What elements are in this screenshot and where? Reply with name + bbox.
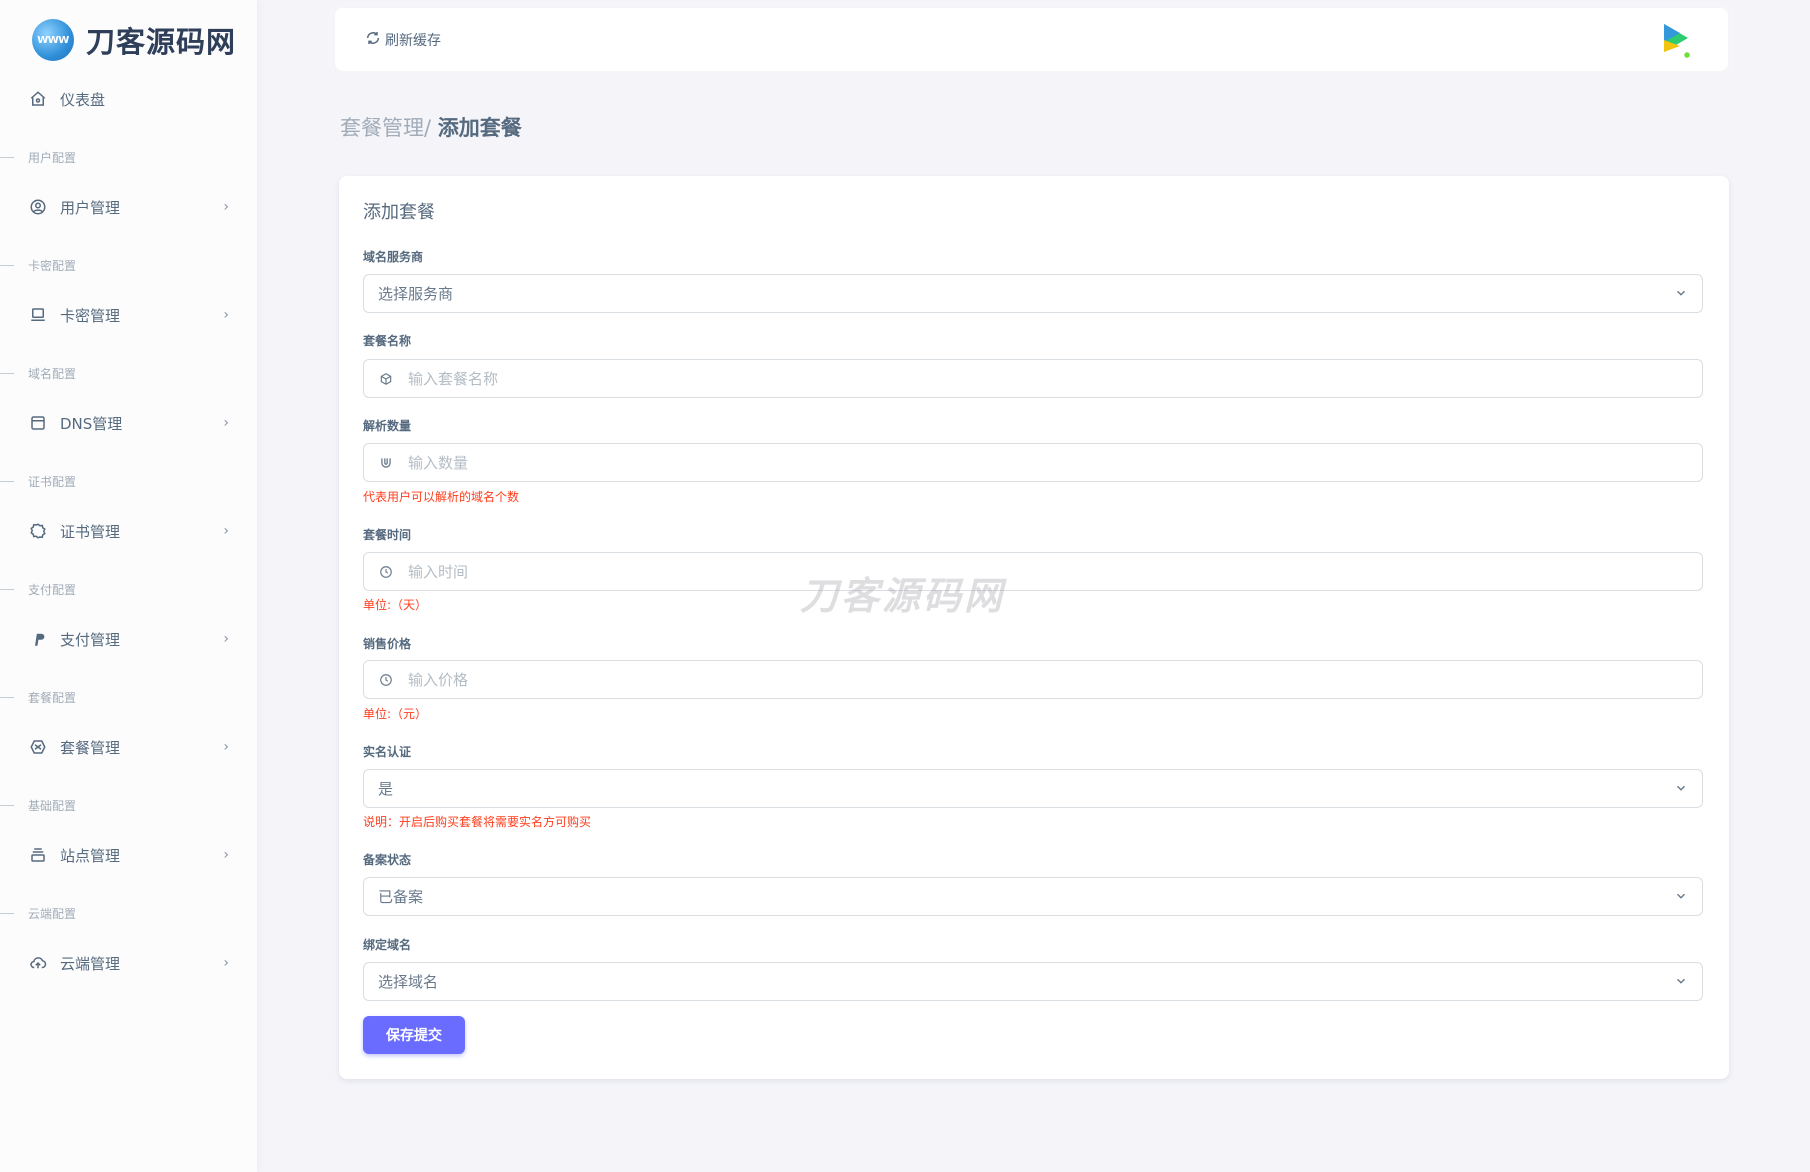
realname-label: 实名认证 [363, 745, 412, 759]
sidebar-item-label: DNS管理 [60, 414, 123, 433]
save-submit-button[interactable]: 保存提交 [363, 1016, 465, 1054]
watermark: 刀客源码网 [800, 574, 1006, 618]
duration-hint: 单位:（天） [363, 598, 428, 612]
breadcrumb-current: 添加套餐 [437, 116, 522, 140]
chevron-right-icon: › [223, 739, 229, 755]
sidebar: WWW 刀客源码网 仪表盘 用户配置 用户管理 › 卡密配置 卡密管理 › 域名… [0, 0, 257, 1172]
sidebar-item-cards[interactable]: 卡密管理 › [28, 295, 233, 335]
count-placeholder: 输入数量 [408, 454, 469, 472]
domain-label: 绑定域名 [363, 938, 412, 952]
sidebar-item-label: 用户管理 [60, 198, 121, 217]
realname-hint: 说明：开启后购买套餐将需要实名方可购买 [363, 815, 592, 829]
price-input[interactable]: 输入价格 [363, 660, 1703, 699]
chevron-right-icon: › [223, 415, 229, 431]
count-hint: 代表用户可以解析的域名个数 [363, 490, 520, 504]
menu-header: 域名配置 [0, 364, 257, 382]
price-label: 销售价格 [363, 637, 412, 651]
clock-icon [378, 565, 394, 579]
sidebar-item-label: 支付管理 [60, 630, 121, 649]
duration-placeholder: 输入时间 [408, 563, 469, 581]
package-name-label: 套餐名称 [363, 334, 412, 348]
clock-icon [378, 673, 394, 687]
sidebar-item-users[interactable]: 用户管理 › [28, 187, 233, 227]
cube-icon [378, 372, 394, 386]
sidebar-item-packages[interactable]: 套餐管理 › [28, 727, 233, 767]
brand-name: 刀客源码网 [86, 25, 237, 59]
count-label: 解析数量 [363, 419, 412, 433]
archive-icon [28, 845, 48, 865]
breadcrumb: 套餐管理/ 添加套餐 [340, 112, 522, 142]
domain-select[interactable]: 选择域名 [363, 962, 1703, 1001]
sidebar-item-payment[interactable]: 支付管理 › [28, 619, 233, 659]
provider-label: 域名服务商 [363, 250, 424, 264]
icp-select-value: 已备案 [378, 888, 424, 906]
refresh-icon [365, 30, 381, 50]
package-name-placeholder: 输入套餐名称 [408, 370, 499, 388]
menu-header: 支付配置 [0, 580, 257, 598]
brand[interactable]: WWW 刀客源码网 [32, 19, 236, 61]
certificate-icon [28, 521, 48, 541]
sidebar-item-dns[interactable]: DNS管理 › [28, 403, 233, 443]
menu-header: 证书配置 [0, 472, 257, 490]
duration-input[interactable]: 输入时间 [363, 552, 1703, 591]
menu-header: 基础配置 [0, 796, 257, 814]
add-package-card: 添加套餐 域名服务商 选择服务商 套餐名称 输入套餐名称 解析数量 输入数量 代… [339, 176, 1729, 1079]
menu-header: 用户配置 [0, 148, 257, 166]
chevron-right-icon: › [223, 631, 229, 647]
chevron-down-icon [1674, 974, 1688, 992]
sidebar-item-certs[interactable]: 证书管理 › [28, 511, 233, 551]
realname-select-value: 是 [378, 780, 394, 798]
sidebar-item-dashboard[interactable]: 仪表盘 [28, 79, 233, 119]
sidebar-item-cloud[interactable]: 云端管理 › [28, 943, 233, 983]
avatar[interactable] [1658, 20, 1694, 60]
breadcrumb-parent[interactable]: 套餐管理/ [340, 116, 438, 140]
paypal-icon [28, 629, 48, 649]
icp-label: 备案状态 [363, 853, 412, 867]
menu-header: 套餐配置 [0, 688, 257, 706]
duration-label: 套餐时间 [363, 528, 412, 542]
count-input[interactable]: 输入数量 [363, 443, 1703, 482]
chevron-right-icon: › [223, 307, 229, 323]
chevron-down-icon [1674, 781, 1688, 799]
menu-header: 卡密配置 [0, 256, 257, 274]
sidebar-item-label: 云端管理 [60, 954, 121, 973]
sidebar-item-label: 仪表盘 [60, 90, 106, 109]
provider-select-value: 选择服务商 [378, 285, 454, 303]
chevron-down-icon [1674, 889, 1688, 907]
domain-select-value: 选择域名 [378, 973, 439, 991]
user-circle-icon [28, 197, 48, 217]
menu-header: 云端配置 [0, 904, 257, 922]
chevron-right-icon: › [223, 523, 229, 539]
sidebar-item-label: 证书管理 [60, 522, 121, 541]
sidebar-item-label: 站点管理 [60, 846, 121, 865]
chevron-right-icon: › [223, 199, 229, 215]
top-navbar: 刷新缓存 [335, 8, 1728, 71]
laptop-icon [28, 305, 48, 325]
globe-logo-icon: WWW [32, 19, 74, 61]
sidebar-item-label: 卡密管理 [60, 306, 121, 325]
card-title: 添加套餐 [363, 202, 435, 223]
price-hint: 单位:（元） [363, 707, 428, 721]
price-placeholder: 输入价格 [408, 671, 469, 689]
package-name-input[interactable]: 输入套餐名称 [363, 359, 1703, 398]
cloud-upload-icon [28, 953, 48, 973]
chevron-right-icon: › [223, 955, 229, 971]
chevron-down-icon [1674, 286, 1688, 304]
home-icon [28, 89, 48, 109]
chevron-right-icon: › [223, 847, 229, 863]
icp-select[interactable]: 已备案 [363, 877, 1703, 916]
provider-select[interactable]: 选择服务商 [363, 274, 1703, 313]
magnet-icon [378, 456, 394, 470]
sidebar-item-label: 套餐管理 [60, 738, 121, 757]
refresh-cache-label: 刷新缓存 [385, 32, 441, 49]
window-icon [28, 413, 48, 433]
package-icon [28, 737, 48, 757]
sidebar-item-site[interactable]: 站点管理 › [28, 835, 233, 875]
refresh-cache-button[interactable]: 刷新缓存 [365, 30, 441, 50]
realname-select[interactable]: 是 [363, 769, 1703, 808]
